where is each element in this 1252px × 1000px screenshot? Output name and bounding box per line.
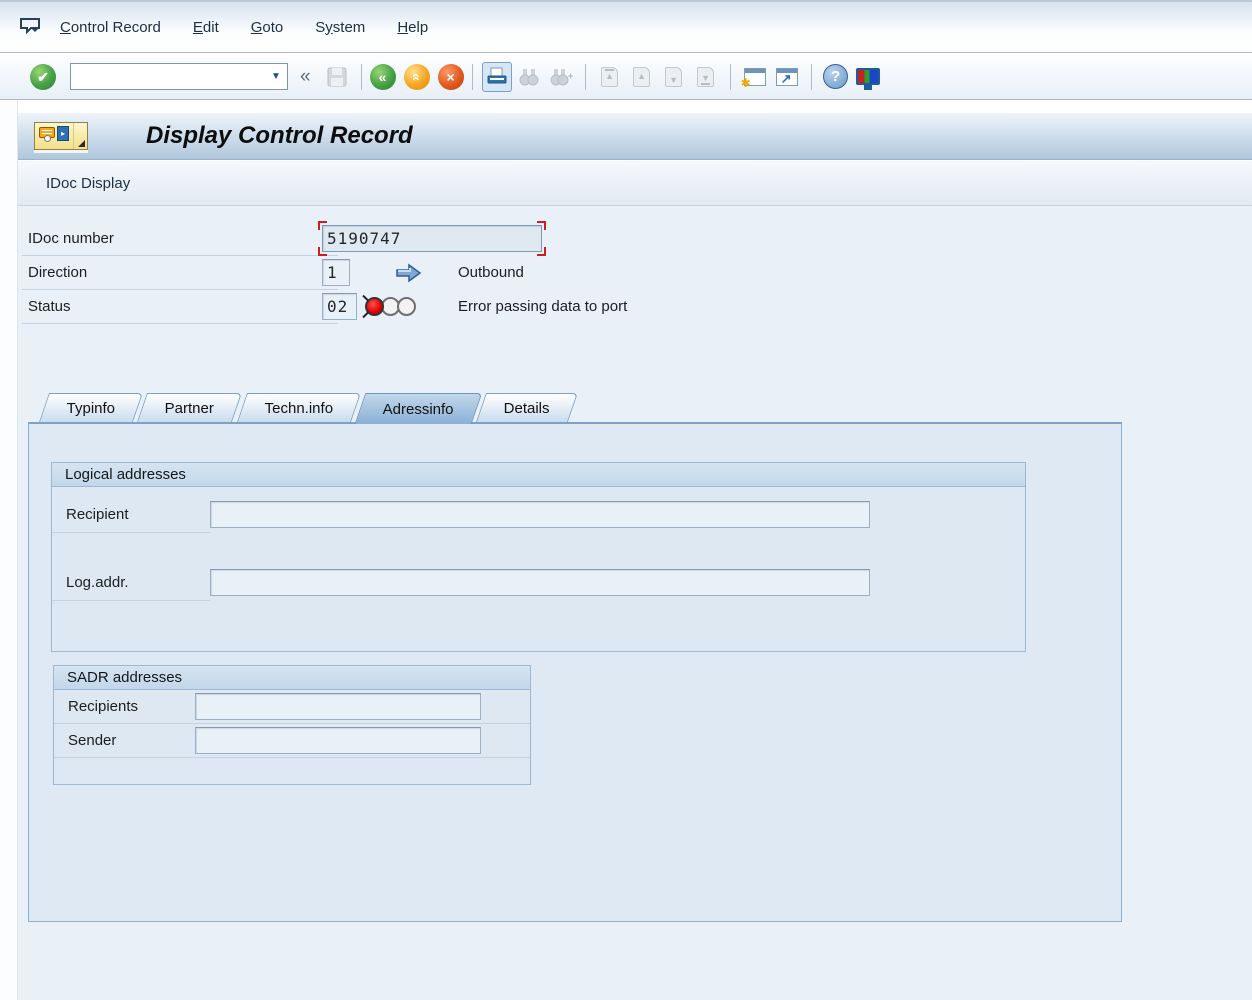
focus-bracket-icon: [537, 221, 546, 230]
recipient-input[interactable]: [210, 501, 870, 528]
status-input[interactable]: [322, 293, 357, 320]
idoc-number-label: IDoc number: [22, 230, 114, 247]
recipients-label: Recipients: [54, 690, 195, 723]
create-shortcut-button[interactable]: ↗: [772, 62, 802, 92]
first-page-button[interactable]: ▲: [595, 62, 625, 92]
toolbar-separator: [472, 64, 473, 90]
find-button[interactable]: [514, 62, 544, 92]
menu-item-control-record[interactable]: Control Record: [60, 15, 161, 40]
tab-details[interactable]: Details: [476, 393, 578, 422]
command-field-input[interactable]: [71, 64, 265, 89]
focus-bracket-icon: [318, 221, 327, 230]
print-icon: [486, 67, 508, 87]
idoc-number-focus-wrap: [322, 225, 542, 252]
tab-techn-info[interactable]: Techn.info: [237, 393, 361, 422]
object-services-dropdown-icon[interactable]: [74, 123, 87, 149]
recipient-row: Recipient: [52, 496, 1025, 533]
toolbar-separator: [585, 64, 586, 90]
find-next-button[interactable]: +: [546, 62, 576, 92]
recipients-row: Recipients: [54, 690, 530, 724]
print-button[interactable]: [482, 62, 512, 92]
tab-partner[interactable]: Partner: [137, 393, 242, 422]
traffic-light-red-icon: [365, 297, 384, 316]
logical-addresses-group-title: Logical addresses: [52, 463, 1025, 487]
page-down-button[interactable]: ▼: [659, 62, 689, 92]
tab-typinfo[interactable]: Typinfo: [39, 393, 143, 422]
help-button[interactable]: ?: [821, 62, 851, 92]
title-bar: ▸ Display Control Record: [18, 113, 1252, 160]
customize-layout-icon: [856, 68, 880, 85]
toolbar-separator: [730, 64, 731, 90]
menu-item-system[interactable]: System: [315, 15, 365, 40]
last-page-button[interactable]: ▼: [691, 62, 721, 92]
svg-text:+: +: [568, 71, 573, 81]
recipients-input[interactable]: [195, 693, 481, 720]
customize-layout-button[interactable]: [853, 62, 883, 92]
collapse-toolbar-icon[interactable]: «: [300, 66, 311, 88]
focus-bracket-icon: [537, 247, 546, 256]
direction-label: Direction: [22, 264, 87, 281]
sadr-addresses-group-title: SADR addresses: [54, 666, 530, 690]
idoc-number-input[interactable]: [322, 225, 542, 252]
direction-input[interactable]: [322, 259, 350, 286]
command-dropdown-icon[interactable]: ▼: [265, 71, 287, 82]
system-menu-icon[interactable]: [18, 17, 44, 37]
help-icon: ?: [823, 64, 848, 89]
adressinfo-tab-panel: Logical addresses Recipient Log.addr. SA…: [28, 422, 1122, 922]
enter-icon[interactable]: ✔: [30, 64, 56, 90]
page-up-icon: ▲: [633, 67, 650, 87]
save-button[interactable]: [322, 62, 352, 92]
last-page-icon: ▼: [697, 67, 714, 87]
sap-gui-window: Control Record Edit Goto System Help ✔ ▼…: [0, 0, 1252, 1000]
status-label: Status: [22, 298, 71, 315]
content-area: IDoc number Direction Outbound Status: [18, 206, 1252, 1000]
sender-row: Sender: [54, 724, 530, 758]
toolbar-separator: [811, 64, 812, 90]
menu-bar: Control Record Edit Goto System Help: [0, 0, 1252, 53]
tab-adressinfo[interactable]: Adressinfo: [355, 393, 483, 424]
command-field-wrap: ▼: [70, 63, 288, 90]
exit-button[interactable]: «: [404, 64, 430, 90]
toolbar-separator: [361, 64, 362, 90]
status-text: Error passing data to port: [458, 298, 627, 315]
back-button[interactable]: «: [370, 64, 396, 90]
direction-text: Outbound: [458, 264, 524, 281]
create-shortcut-icon: ↗: [776, 68, 798, 86]
page-up-button[interactable]: ▲: [627, 62, 657, 92]
focus-bracket-icon: [318, 247, 327, 256]
logical-addresses-group: Logical addresses Recipient Log.addr.: [51, 462, 1026, 652]
tab-strip: Typinfo Partner Techn.info Adressinfo De…: [44, 393, 577, 422]
idoc-display-button[interactable]: IDoc Display: [40, 172, 136, 195]
page-down-icon: ▼: [665, 67, 682, 87]
log-addr-row: Log.addr.: [52, 564, 1025, 601]
sadr-addresses-group: SADR addresses Recipients Sender: [53, 665, 531, 785]
left-gutter: [0, 100, 18, 1000]
idoc-number-row: IDoc number: [22, 222, 338, 256]
outbound-arrow-icon: [395, 263, 422, 283]
new-session-button[interactable]: ✱: [740, 62, 770, 92]
log-addr-input[interactable]: [210, 569, 870, 596]
page-title: Display Control Record: [146, 122, 413, 150]
cancel-button[interactable]: ×: [438, 64, 464, 90]
first-page-icon: ▲: [601, 67, 618, 87]
log-addr-label: Log.addr.: [52, 564, 210, 601]
new-session-icon: ✱: [744, 68, 766, 86]
recipient-label: Recipient: [52, 496, 210, 533]
find-icon: [517, 67, 541, 87]
status-traffic-light-icon: [365, 297, 413, 316]
menu-item-edit[interactable]: Edit: [193, 15, 219, 40]
sender-label: Sender: [54, 724, 195, 757]
sender-input[interactable]: [195, 727, 481, 754]
save-icon: [326, 66, 348, 88]
direction-row: Direction: [22, 256, 338, 290]
standard-toolbar: ✔ ▼ « « « ×: [0, 54, 1252, 100]
status-row: Status: [22, 290, 338, 324]
menu-item-goto[interactable]: Goto: [251, 15, 284, 40]
object-services-button[interactable]: ▸: [34, 122, 88, 150]
menu-item-help[interactable]: Help: [397, 15, 428, 40]
find-next-icon: +: [549, 67, 573, 87]
object-services-icon: ▸: [35, 123, 74, 149]
application-toolbar: IDoc Display: [18, 160, 1252, 206]
traffic-light-green-icon: [397, 297, 416, 316]
